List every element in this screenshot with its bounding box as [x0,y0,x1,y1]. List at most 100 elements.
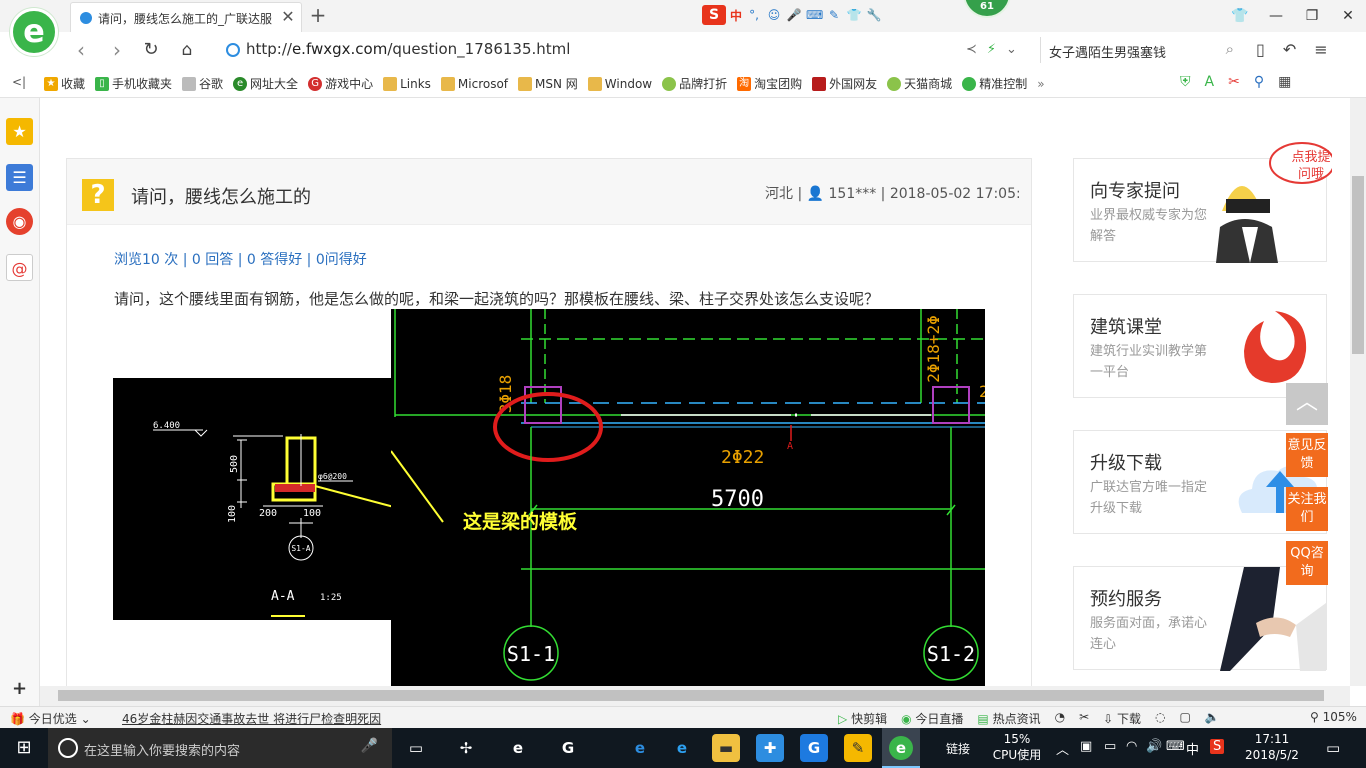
browser-taskbar-icon[interactable]: e [882,728,920,768]
bookmark-item[interactable]: 淘淘宝团购 [737,75,802,92]
close-window-button[interactable]: ✕ [1330,0,1366,32]
new-tab-button[interactable]: + [306,4,330,28]
action-center-icon[interactable]: ▭ [1326,739,1340,757]
clock[interactable]: 17:11 2018/5/2 [1244,731,1300,763]
bookmark-item[interactable]: ▯ 手机收藏夹 [95,75,172,92]
microphone-icon[interactable]: 🎤 [361,738,378,754]
scroll-thumb[interactable] [58,690,1324,701]
edge-legacy-icon[interactable]: e [504,734,532,762]
status-item[interactable]: ▷ 快剪辑 [838,710,887,727]
bookmark-item[interactable]: G 游戏中心 [308,75,373,92]
clean-icon[interactable]: ◌ [1155,710,1165,727]
settings-wrench-icon[interactable]: 🔧 [866,7,882,23]
bookmark-item[interactable]: 天猫商城 [887,75,952,92]
mobile-icon[interactable]: ▯ [1256,40,1265,59]
voice-icon[interactable]: 🎤 [786,7,802,23]
back-to-top-button[interactable]: ︿ [1286,383,1328,425]
scissors-icon[interactable]: ✂ [1228,74,1240,90]
menu-icon[interactable]: ≡ [1314,40,1327,59]
toolbox-icon[interactable]: ✎ [826,7,842,23]
vertical-scrollbar[interactable] [1350,98,1366,686]
home-button[interactable]: ⌂ [174,38,200,62]
bookmark-item[interactable]: MSN 网 [518,75,578,92]
window-icon[interactable]: ▢ [1180,710,1191,727]
bookmark-item[interactable]: e 网址大全 [233,75,298,92]
input-language[interactable]: 中 [1186,739,1199,758]
status-item[interactable]: ◉ 今日直播 [901,710,963,727]
notes-icon[interactable]: ✎ [844,734,872,762]
taskbar-search-input[interactable]: 在这里输入你要搜索的内容 🎤 [48,728,392,768]
sogou-ime-icon[interactable]: S [702,5,726,25]
restore-button[interactable]: ❐ [1294,0,1330,32]
favorites-star-icon[interactable]: ★ [6,118,33,145]
qq-consult-button[interactable]: QQ咨询 [1286,541,1328,585]
cpu-meter[interactable]: 15% CPU使用 [990,731,1044,763]
keyboard-tray-icon[interactable]: ⌨ [1166,739,1185,754]
start-button[interactable]: ⊞ [0,728,48,768]
add-sidebar-item-icon[interactable]: + [12,678,27,699]
tab-close-icon[interactable]: ✕ [279,8,297,26]
question-stats[interactable]: 浏览10 次 | 0 回答 | 0 答得好 | 0问得好 [114,249,367,269]
tools-icon[interactable]: ✂ [1079,710,1089,727]
keyboard-icon[interactable]: ⌨ [806,7,823,23]
promo-ask-expert[interactable]: 向专家提问 业界最权威专家为您解答 点我提问哦 [1073,142,1332,263]
zoom-level[interactable]: ⚲ 105% [1310,710,1357,724]
news-ticker-link[interactable]: 46岁金柱赫因交通事故去世 将进行尸检查明死因 [122,710,381,727]
forward-button[interactable]: › [104,38,130,62]
wifi-icon[interactable]: ◠ [1126,739,1137,754]
spiral-app-icon[interactable]: G [554,734,582,762]
translate-icon[interactable]: A [1205,74,1215,90]
shield-icon[interactable]: ⛨ [1180,74,1191,90]
more-bookmarks-icon[interactable]: » [1037,75,1044,92]
browser-logo[interactable] [10,8,58,56]
speed-icon[interactable]: ◔ [1055,710,1065,727]
file-explorer-icon[interactable]: ▬ [712,734,740,762]
emoji-icon[interactable]: ☺ [766,7,782,23]
url-field[interactable]: http://e.fwxgx.com/question_1786135.html [224,37,1034,63]
bookmark-item[interactable]: Microsof [440,75,508,92]
feedback-button[interactable]: 意见反馈 [1286,433,1328,477]
tray-app-icon[interactable]: ▣ [1080,739,1092,754]
chevron-down-icon[interactable]: ⌄ [1006,42,1017,57]
bookmark-item[interactable]: Links [383,75,431,92]
bookmark-item[interactable]: Window [587,75,652,92]
bookmark-item[interactable]: 品牌打折 [662,75,727,92]
fan-app-icon[interactable]: ✢ [452,734,480,762]
search-icon[interactable]: ⌕ [1226,40,1234,58]
download-status[interactable]: ⇩ 下载 [1103,710,1141,727]
bookmark-item[interactable]: 外国网友 [812,75,877,92]
bookmark-item[interactable]: 精准控制 [962,75,1027,92]
skin-shirt-icon[interactable]: 👕 [1222,0,1258,32]
lightning-icon[interactable]: ⚡ [987,42,996,57]
sidebar-toggle-icon[interactable]: <| [12,75,26,89]
weibo-icon[interactable]: ◉ [6,208,33,235]
sogou-tray-icon[interactable]: S [1210,739,1225,754]
task-view-icon[interactable]: ▭ [402,734,430,762]
share-icon[interactable]: ≺ [966,42,977,57]
horizontal-scrollbar[interactable] [40,686,1350,706]
links-toolbar[interactable]: 链接 [946,740,970,757]
glodon-icon[interactable]: G [800,734,828,762]
bookmark-item[interactable]: ★ 收藏 [44,75,85,92]
edge-icon[interactable]: e [626,734,654,762]
search-input[interactable]: 女子遇陌生男强塞钱 ⌕ [1040,37,1240,63]
volume-icon[interactable]: 🔊 [1146,739,1162,754]
tab-active[interactable]: 请问，腰线怎么施工的_广联达服 ✕ [70,2,302,32]
notification-badge[interactable]: 61 [963,0,1011,18]
scroll-thumb[interactable] [1352,176,1364,354]
battery-icon[interactable]: ▭ [1104,739,1116,754]
daily-picks[interactable]: 🎁 今日优选 ⌄ [10,710,91,727]
ie-icon[interactable]: e [668,734,696,762]
undo-icon[interactable]: ↶ [1283,40,1296,59]
apps-grid-icon[interactable]: ▦ [1278,74,1291,90]
reading-list-icon[interactable]: ☰ [6,164,33,191]
skin-icon[interactable]: 👕 [846,7,862,23]
tray-chevron-up-icon[interactable]: ︿ [1056,739,1069,758]
refresh-button[interactable]: ↻ [138,38,164,62]
bookmark-item[interactable]: 谷歌 [182,75,223,92]
sound-icon[interactable]: 🔈 [1205,710,1220,727]
minimize-button[interactable]: — [1258,0,1294,32]
punctuation-icon[interactable]: °, [746,7,762,23]
zoom-search-icon[interactable]: ⚲ [1254,74,1264,90]
status-item[interactable]: ▤ 热点资讯 [977,710,1040,727]
